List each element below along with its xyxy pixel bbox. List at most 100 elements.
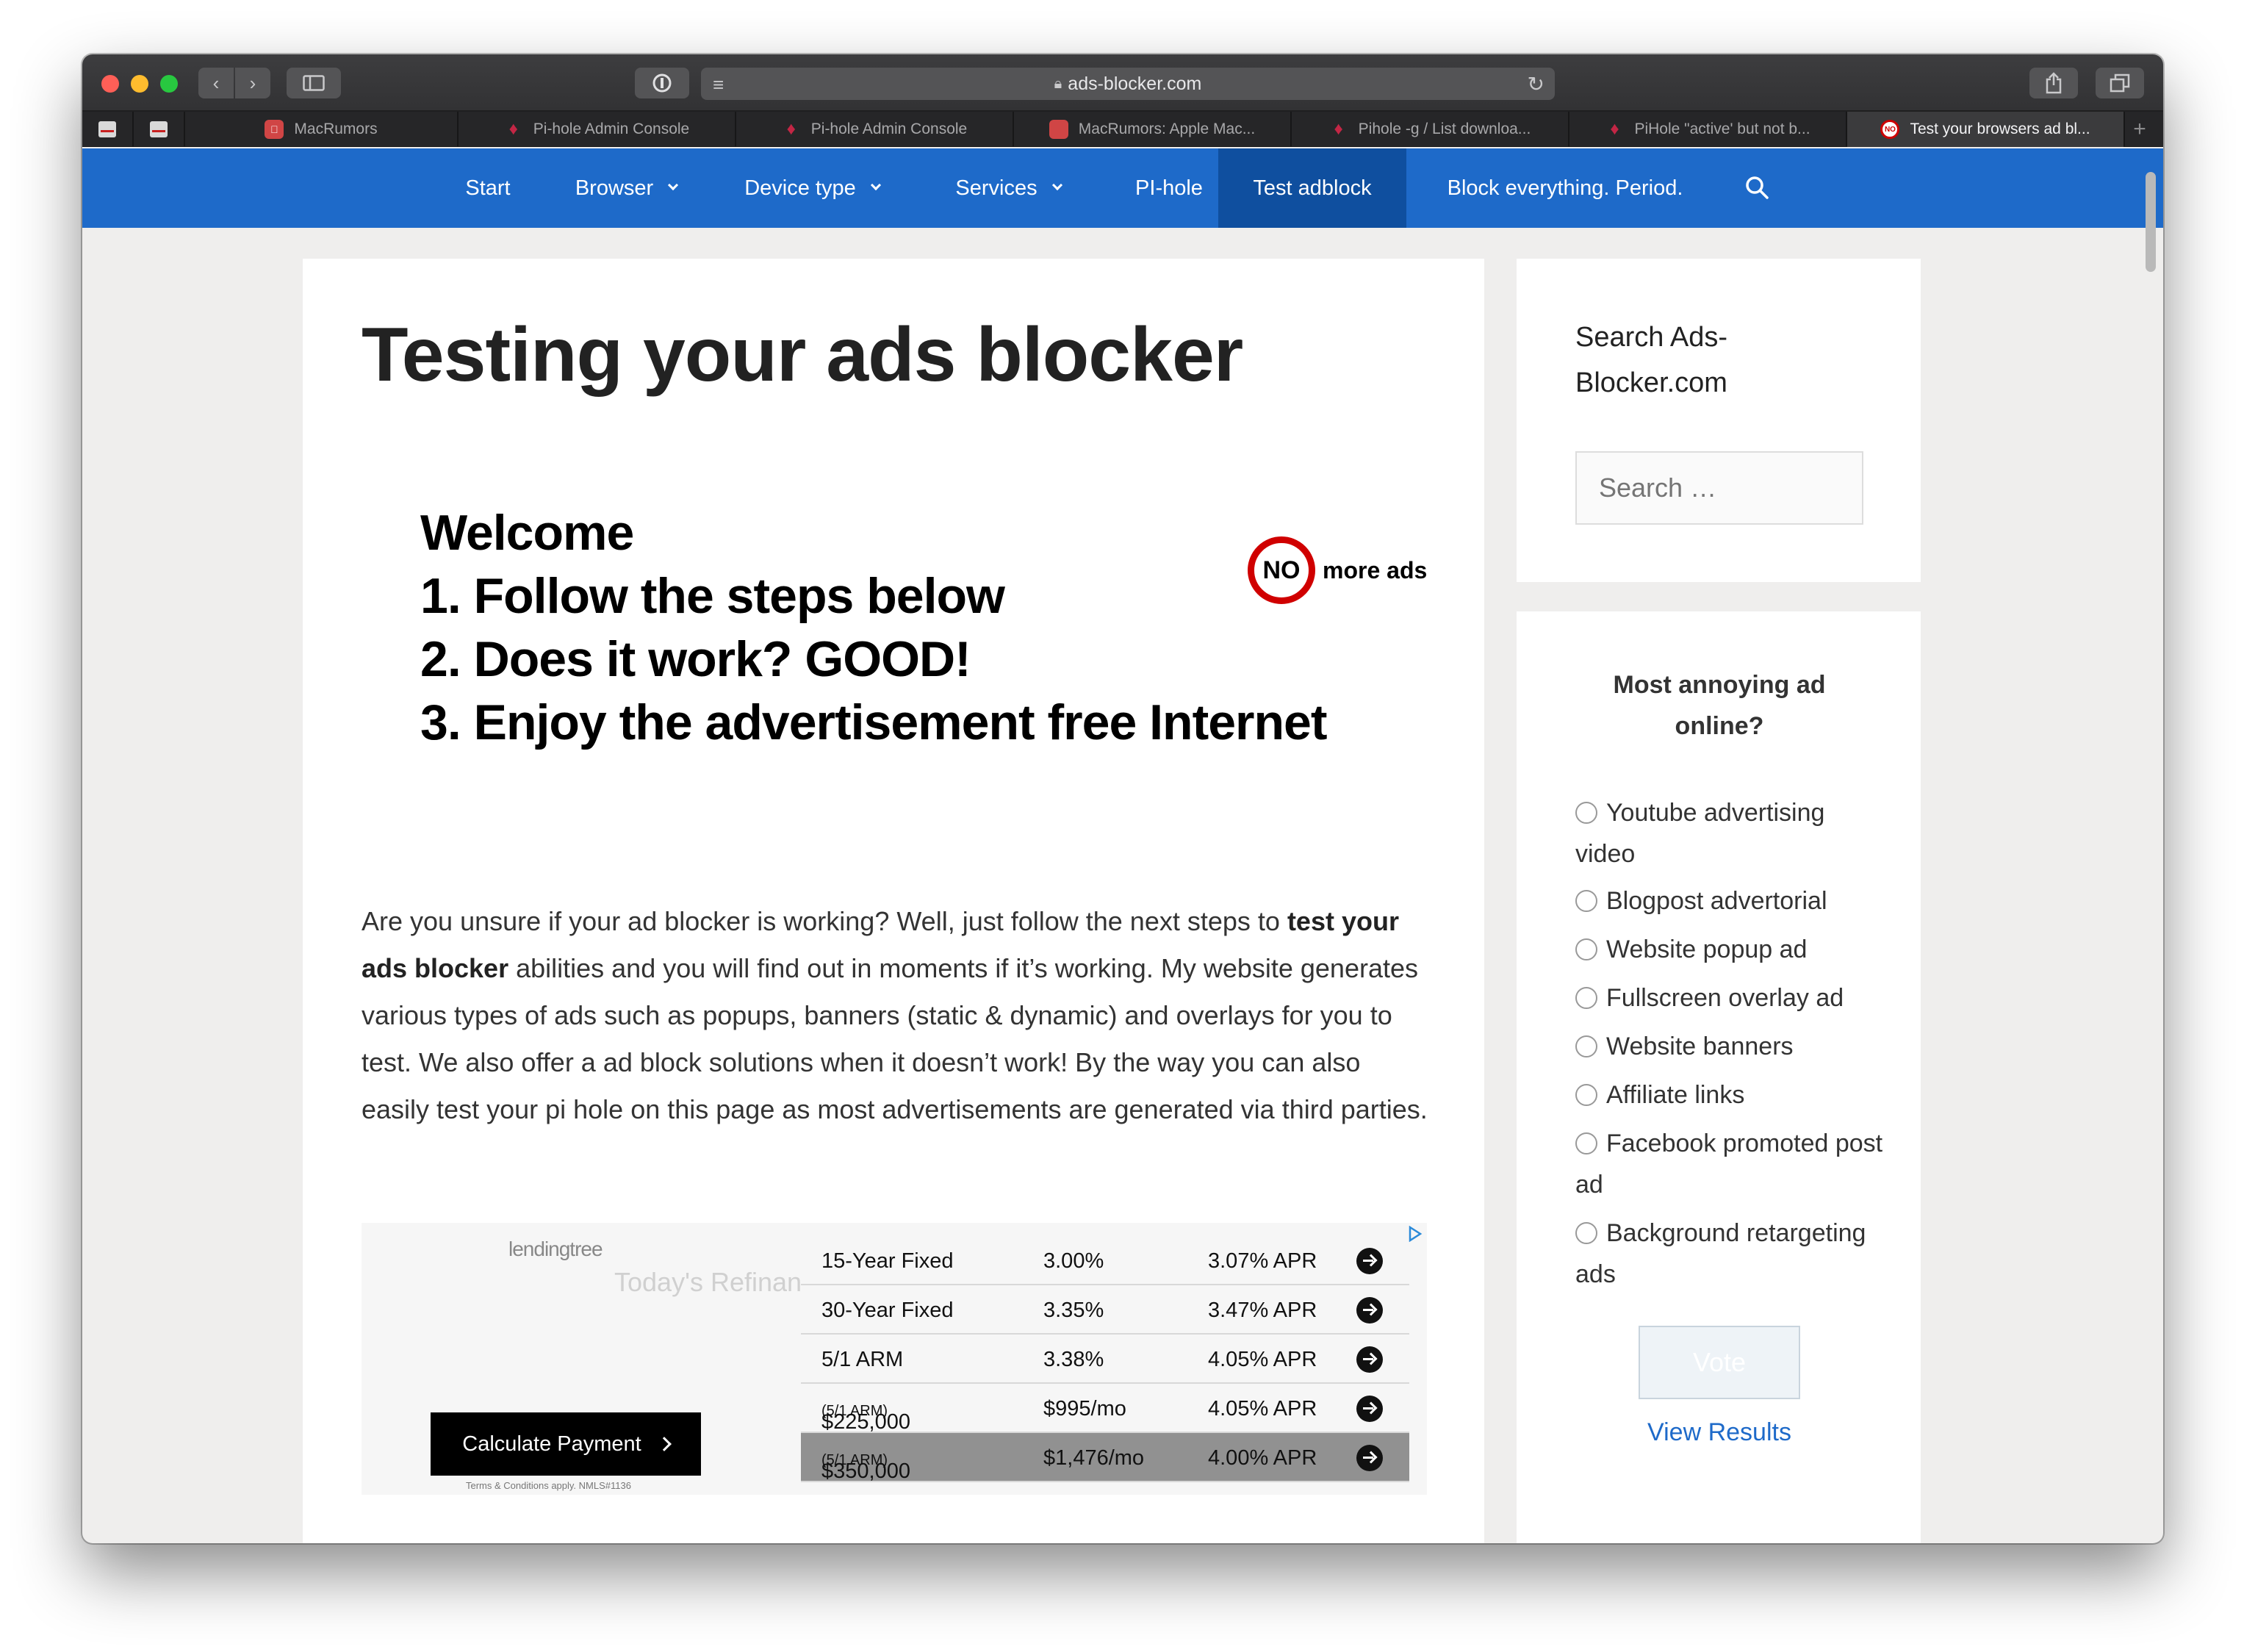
share-button[interactable] [2029, 68, 2078, 98]
arrow-right-circle-icon[interactable] [1356, 1248, 1383, 1274]
tab-pihole-active[interactable]: ♦ PiHole "active' but not b... [1569, 112, 1847, 147]
arrow-right-circle-icon[interactable] [1356, 1297, 1383, 1324]
chevron-down-icon [668, 179, 679, 191]
sidebar-toggle-button[interactable] [287, 68, 341, 98]
browser-window: ‹ › ≡ 🔒︎ ads-blocker.com ↻ MacRumors ♦P… [82, 54, 2163, 1543]
macrumors-icon:  [265, 120, 284, 139]
back-button[interactable]: ‹ [198, 68, 234, 98]
rate-row[interactable]: 30-Year Fixed 3.35% 3.47% APR [801, 1285, 1409, 1335]
poll-option[interactable]: Background retargeting ads [1575, 1213, 1884, 1295]
radio-button[interactable] [1575, 1084, 1597, 1106]
search-icon[interactable] [1744, 175, 1769, 200]
arrow-right-circle-icon[interactable] [1356, 1396, 1383, 1422]
reader-view-icon[interactable]: ≡ [713, 73, 724, 96]
new-tab-button[interactable]: + [2125, 112, 2154, 146]
mortgage-ad[interactable]: lendingtree Today's Refinance Calculate … [362, 1223, 1427, 1495]
tab-macrumors[interactable]: MacRumors [185, 112, 458, 147]
ad-terms: Terms & Conditions apply. NMLS#1136 [466, 1480, 631, 1491]
view-results-link[interactable]: View Results [1575, 1418, 1863, 1447]
nav-services[interactable]: Services [927, 148, 1089, 228]
close-window-button[interactable] [101, 75, 119, 93]
no-ads-icon: NO [1248, 536, 1315, 604]
chevron-right-icon: › [249, 71, 256, 94]
nav-device-type[interactable]: Device type [714, 148, 910, 228]
radio-button[interactable] [1575, 938, 1597, 960]
radio-button[interactable] [1575, 1222, 1597, 1244]
search-widget-title: Search Ads-Blocker.com [1575, 322, 1727, 398]
radio-button[interactable] [1575, 987, 1597, 1009]
radio-button[interactable] [1575, 802, 1597, 824]
zoom-window-button[interactable] [160, 75, 178, 93]
password-manager-button[interactable] [635, 68, 689, 98]
rates-table: 15-Year Fixed 3.00% 3.07% APR 30-Year Fixe… [801, 1236, 1409, 1483]
rate-row[interactable]: $350,000 (5/1 ARM) $1,476/mo 4.00% APR [801, 1433, 1409, 1483]
nav-pihole[interactable]: PI-hole [1108, 148, 1230, 228]
search-widget: Search Ads-Blocker.com [1517, 259, 1921, 582]
forward-button[interactable]: › [235, 68, 270, 98]
address-bar[interactable]: ≡ 🔒︎ ads-blocker.com ↻ [701, 68, 1555, 100]
gmail-icon [150, 121, 168, 137]
pinned-tab-gmail[interactable] [82, 112, 134, 147]
chevron-down-icon [870, 179, 881, 191]
pihole-icon: ♦ [1334, 119, 1343, 139]
poll-option[interactable]: Facebook promoted post ad [1575, 1123, 1884, 1205]
url-text: ads-blocker.com [1068, 73, 1202, 94]
poll-option[interactable]: Website popup ad [1575, 929, 1884, 970]
arrow-right-circle-icon[interactable] [1356, 1346, 1383, 1373]
search-input[interactable] [1575, 451, 1863, 525]
password-manager-icon [652, 73, 672, 93]
tab-pihole-admin-1[interactable]: ♦ Pi-hole Admin Console [458, 112, 736, 147]
calculate-payment-button[interactable]: Calculate Payment [431, 1412, 701, 1476]
minimize-window-button[interactable] [131, 75, 148, 93]
pihole-icon: ♦ [508, 119, 518, 139]
poll-option[interactable]: Fullscreen overlay ad [1575, 977, 1884, 1019]
page-scrollbar[interactable] [2146, 172, 2156, 272]
tab-overview-icon [2110, 73, 2130, 93]
sidebar-icon [303, 75, 325, 91]
tab-pihole-list[interactable]: ♦ Pihole -g / List downloa... [1292, 112, 1569, 147]
poll-option[interactable]: Affiliate links [1575, 1074, 1884, 1116]
main-content: Testing your ads blocker Welcome 1. Foll… [303, 259, 1484, 1543]
poll-widget: Most annoying ad online? Youtube adverti… [1517, 611, 1921, 1543]
lock-icon: 🔒︎ [1054, 75, 1062, 92]
ad-headline: Today's Refinance [614, 1267, 802, 1297]
vote-button[interactable]: Vote [1639, 1326, 1800, 1399]
logo-text: more ads [1323, 556, 1428, 583]
radio-button[interactable] [1575, 1035, 1597, 1057]
tab-bar: MacRumors ♦Pi-hole Admin Console ♦Pi-ho… [82, 112, 2163, 147]
chevron-down-icon [1051, 179, 1062, 191]
tab-pihole-admin-2[interactable]: ♦ Pi-hole Admin Console [736, 112, 1014, 147]
pihole-icon: ♦ [1610, 119, 1619, 139]
poll-option[interactable]: Youtube advertising video [1575, 792, 1884, 875]
rate-row[interactable]: 15-Year Fixed 3.00% 3.07% APR [801, 1236, 1409, 1285]
chevron-right-icon [656, 1437, 672, 1451]
pinned-tab-gmail-2[interactable] [134, 112, 185, 147]
arrow-right-circle-icon[interactable] [1356, 1445, 1383, 1471]
reload-icon[interactable]: ↻ [1528, 72, 1544, 96]
plus-icon: + [2133, 116, 2146, 141]
poll-option[interactable]: Blogpost advertorial [1575, 880, 1884, 922]
nav-test-adblock[interactable]: Test adblock [1218, 148, 1406, 228]
nav-browser[interactable]: Browser [553, 148, 700, 228]
no-ads-icon: NO [1880, 120, 1900, 139]
nav-start[interactable]: Start [441, 148, 535, 228]
adchoices-icon[interactable] [1408, 1226, 1423, 1242]
tab-overview-button[interactable] [2096, 68, 2144, 98]
tab-test-adblock[interactable]: NO Test your browsers ad bl... [1847, 112, 2125, 147]
poll-option[interactable]: Website banners [1575, 1026, 1884, 1067]
chevron-left-icon: ‹ [212, 71, 220, 94]
banner-line: 3. Enjoy the advertisement free Internet [420, 694, 1328, 750]
macrumors-icon [1049, 120, 1068, 139]
browser-toolbar: ‹ › ≡ 🔒︎ ads-blocker.com ↻ [82, 54, 2163, 112]
tab-macrumors-apple[interactable]: MacRumors: Apple Mac... [1014, 112, 1292, 147]
rate-row[interactable]: 5/1 ARM 3.38% 4.05% APR [801, 1335, 1409, 1384]
pihole-icon: ♦ [786, 119, 796, 139]
nav-block-everything[interactable]: Block everything. Period. [1418, 148, 1712, 228]
rate-row[interactable]: $225,000 (5/1 ARM) $995/mo 4.05% APR [801, 1384, 1409, 1434]
page-title: Testing your ads blocker [362, 312, 1243, 398]
banner-line: 2. Does it work? GOOD! [420, 631, 971, 687]
no-more-ads-logo: NO more ads [1248, 536, 1427, 604]
radio-button[interactable] [1575, 890, 1597, 912]
radio-button[interactable] [1575, 1132, 1597, 1154]
intro-paragraph: Are you unsure if your ad blocker is wor… [362, 906, 1428, 1124]
